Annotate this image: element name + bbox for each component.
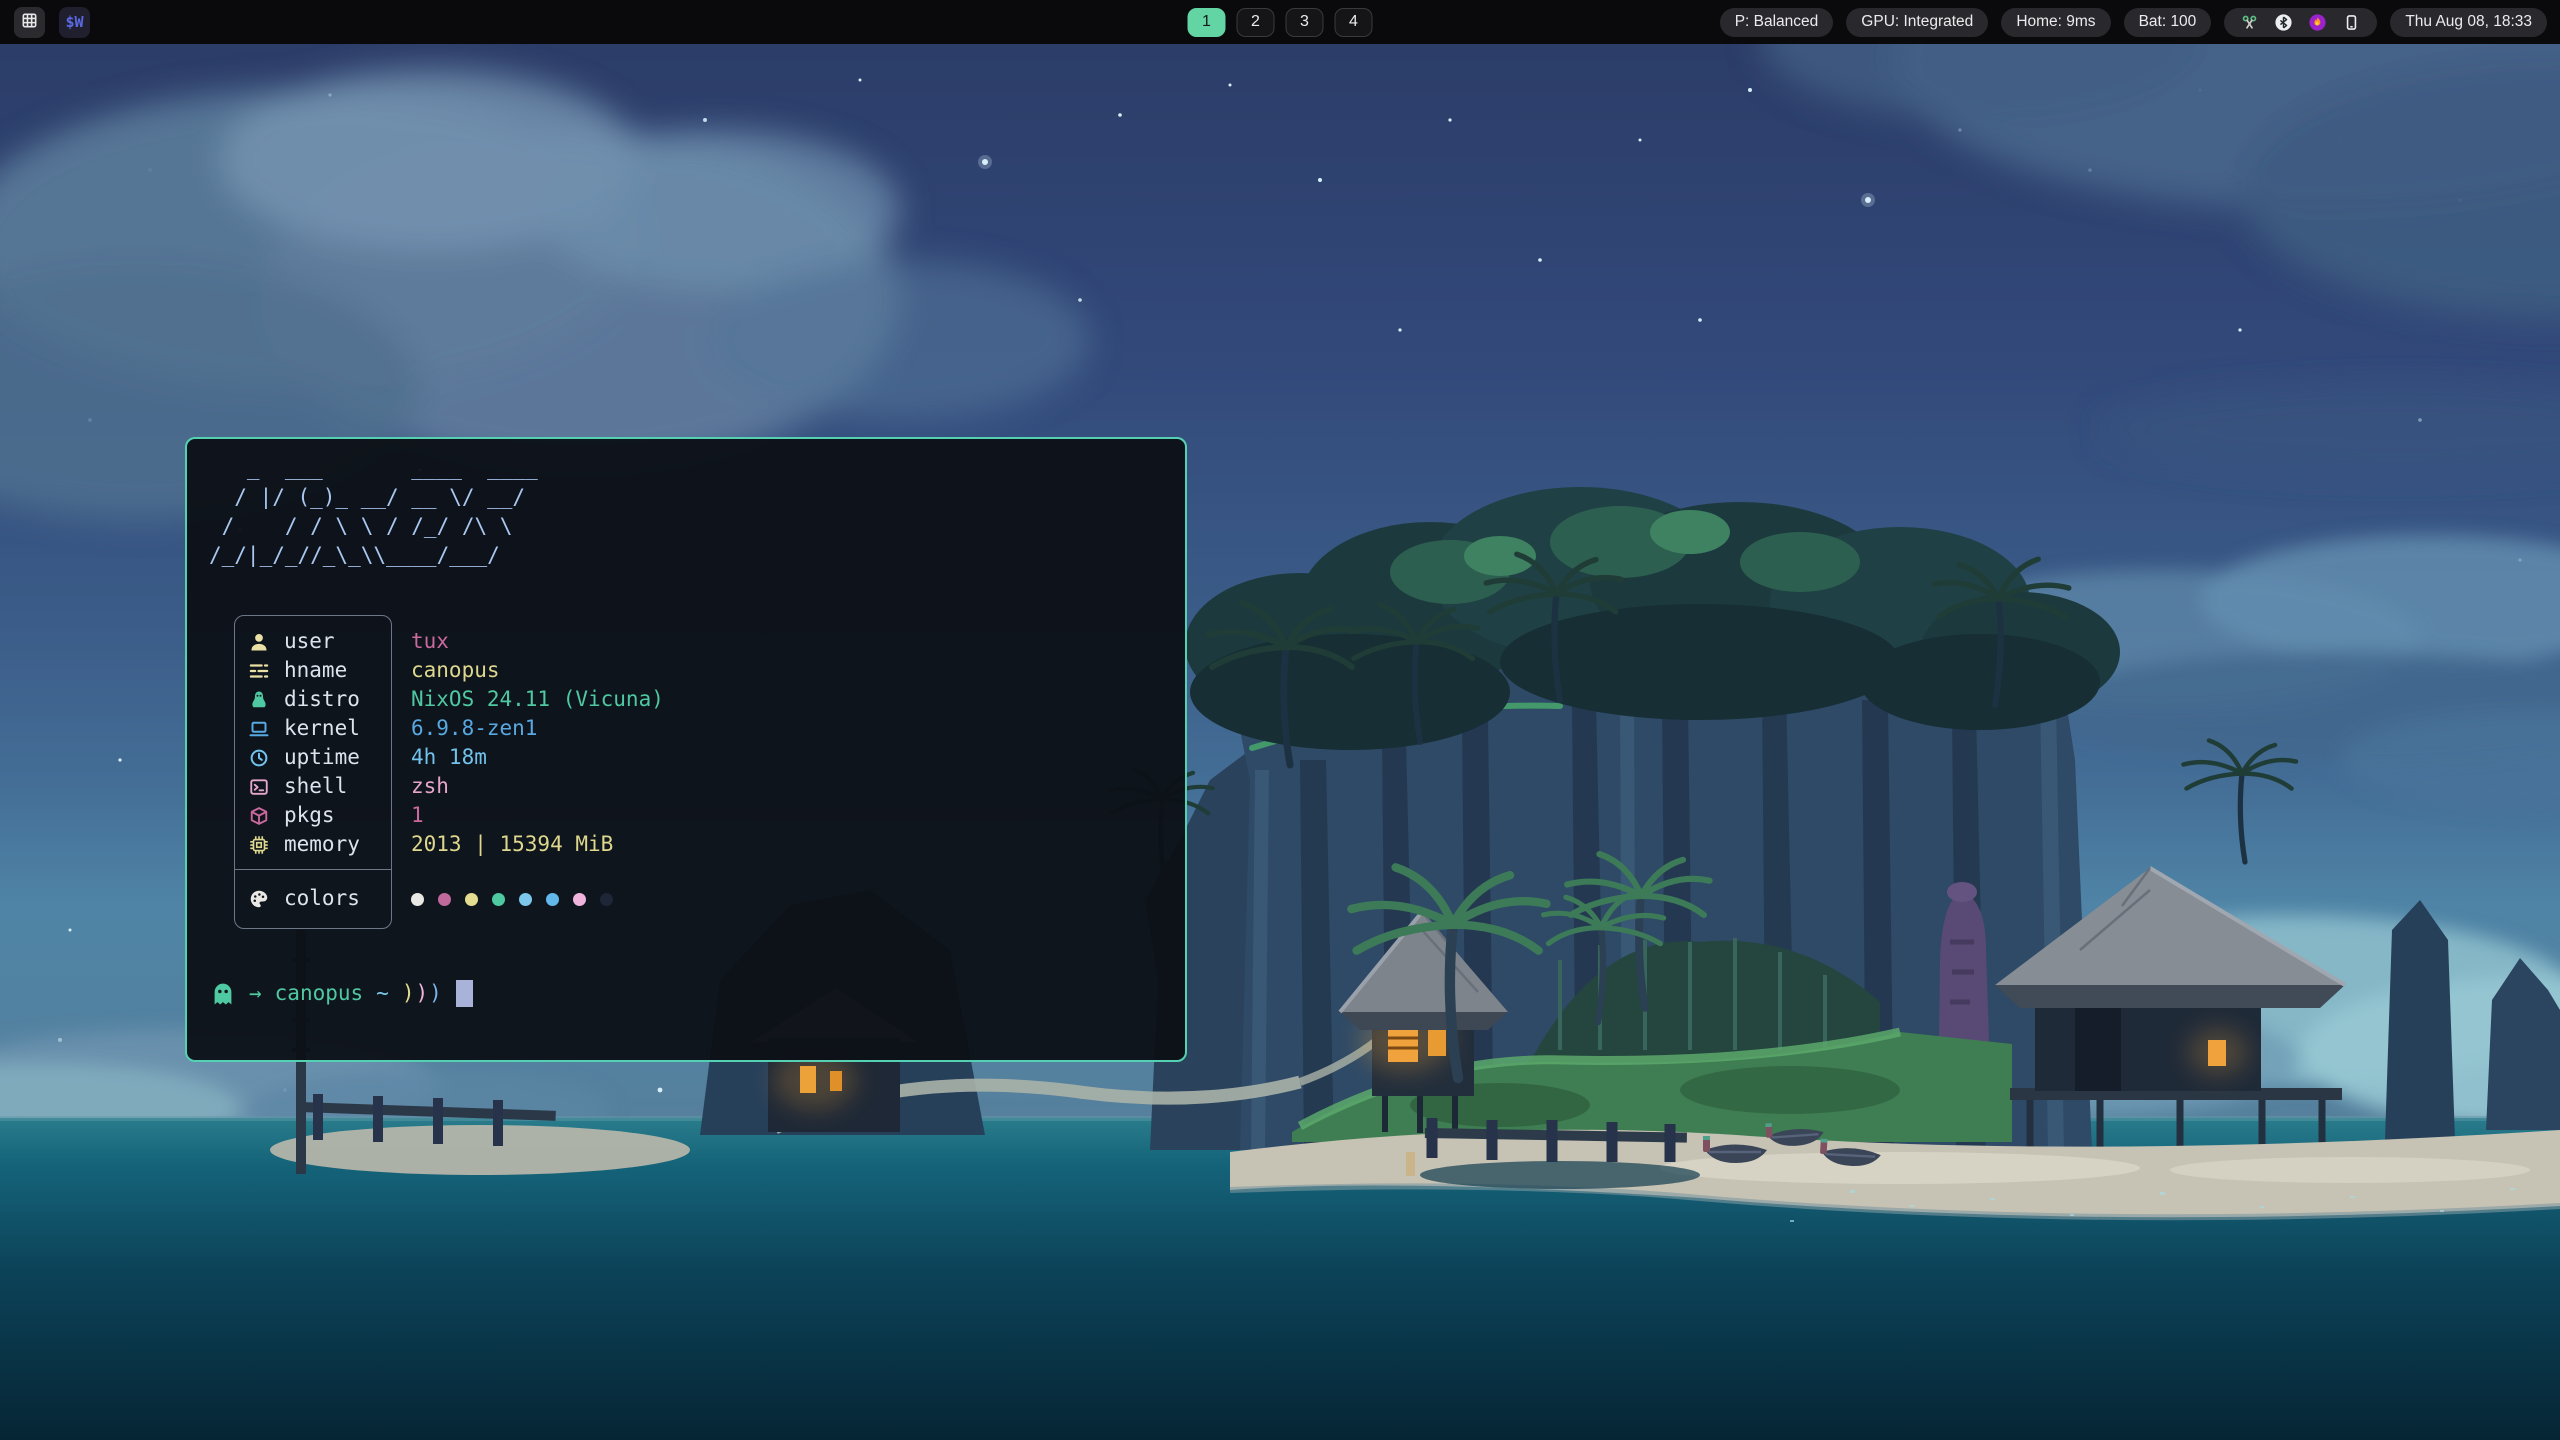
- palette-dot: [438, 893, 451, 906]
- fetch-value-memory: 2013 | 15394 MiB: [411, 830, 613, 859]
- prompt-chevrons: ))): [402, 979, 443, 1008]
- palette-dot: [519, 893, 532, 906]
- workspace-button-3[interactable]: 3: [1286, 8, 1324, 37]
- penguin-icon: [248, 689, 269, 710]
- fetch-label: colors: [284, 884, 360, 913]
- workspace-button-4[interactable]: 4: [1335, 8, 1373, 37]
- ghost-icon: [211, 982, 235, 1006]
- gpu-pill[interactable]: GPU: Integrated: [1846, 8, 1988, 37]
- fetch-label: memory: [284, 830, 360, 859]
- palette-dot: [600, 893, 613, 906]
- clock-pill[interactable]: Thu Aug 08, 18:33: [2390, 8, 2547, 37]
- terminal-palette: [411, 885, 664, 914]
- fetch-row-uptime: uptime: [235, 743, 391, 772]
- fetch-label: uptime: [284, 743, 360, 772]
- workspace-button-1[interactable]: 1: [1188, 8, 1226, 37]
- fetch-row-memory: memory: [235, 830, 391, 859]
- fetch-row-hname: hname: [235, 656, 391, 685]
- ascii-logo-line: / / / \ \ / /_/ /\ \: [209, 512, 1185, 541]
- wallpaper-tool-label: $W: [65, 13, 83, 31]
- ascii-logo-line: / |/ (_)_ __/ __ \/ __/: [209, 483, 1185, 512]
- app-launcher-button[interactable]: [14, 7, 45, 38]
- fetch-label: kernel: [284, 714, 360, 743]
- fetch-value-distro: NixOS 24.11 (Vicuna): [411, 685, 664, 714]
- wallpaper-tool-button[interactable]: $W: [59, 7, 90, 38]
- fetch-row-distro: distro: [235, 685, 391, 714]
- ascii-logo: _ ___ ____ ____ / |/ (_)_ __/ __ \/ __/ …: [209, 454, 1185, 570]
- app-grid-icon: [21, 12, 38, 32]
- fetch-row-colors: colors: [235, 884, 391, 913]
- ascii-logo-line: /_/|_/_//_\_\\____/___/: [209, 541, 1185, 570]
- prompt-line[interactable]: → canopus ~ ))): [211, 979, 1185, 1008]
- sliders-icon: [248, 660, 269, 681]
- fetch-value-kernel: 6.9.8-zen1: [411, 714, 537, 743]
- terminal-window[interactable]: _ ___ ____ ____ / |/ (_)_ __/ __ \/ __/ …: [185, 437, 1187, 1062]
- fetch-label: shell: [284, 772, 347, 801]
- phone-icon[interactable]: [2343, 14, 2360, 31]
- fetch-row-kernel: kernel: [235, 714, 391, 743]
- desktop: $W 1 2 3 4 P: Balanced GPU: Integrated H…: [0, 0, 2560, 1440]
- workspace-button-2[interactable]: 2: [1237, 8, 1275, 37]
- palette-icon: [248, 888, 269, 909]
- palette-dot: [573, 893, 586, 906]
- fetch-label: hname: [284, 656, 347, 685]
- palette-dot: [492, 893, 505, 906]
- terminal-icon: [248, 776, 269, 797]
- fetch-label: distro: [284, 685, 360, 714]
- fetch-label: user: [284, 627, 335, 656]
- network-latency-pill[interactable]: Home: 9ms: [2001, 8, 2110, 37]
- flame-icon[interactable]: [2309, 14, 2326, 31]
- top-bar-left: $W: [14, 7, 90, 38]
- prompt-hostname: canopus: [275, 979, 364, 1008]
- scissors-icon[interactable]: [2241, 14, 2258, 31]
- fetch-value-pkgs: 1: [411, 801, 424, 830]
- status-area: P: Balanced GPU: Integrated Home: 9ms Ba…: [1720, 8, 2547, 37]
- fetch-row-pkgs: pkgs: [235, 801, 391, 830]
- prompt-cwd: ~: [376, 979, 389, 1008]
- fetch-label: pkgs: [284, 801, 335, 830]
- fetch-value-hname: canopus: [411, 656, 500, 685]
- laptop-icon: [248, 718, 269, 739]
- fetch-value-uptime: 4h 18m: [411, 743, 487, 772]
- fetch-value-shell: zsh: [411, 772, 449, 801]
- terminal-cursor[interactable]: [456, 980, 473, 1007]
- fetch-value-user: tux: [411, 627, 449, 656]
- user-icon: [248, 631, 269, 652]
- fetch-row-user: user: [235, 627, 391, 656]
- clock-icon: [248, 747, 269, 768]
- fetch-table: user hname distro: [234, 615, 1185, 929]
- fetch-row-shell: shell: [235, 772, 391, 801]
- package-icon: [248, 805, 269, 826]
- battery-pill[interactable]: Bat: 100: [2124, 8, 2212, 37]
- palette-dot: [546, 893, 559, 906]
- bluetooth-icon[interactable]: [2275, 14, 2292, 31]
- fetch-labels-box: user hname distro: [234, 615, 392, 929]
- power-profile-pill[interactable]: P: Balanced: [1720, 8, 1834, 37]
- prompt-arrow: →: [249, 979, 262, 1008]
- fetch-values: tux canopus NixOS 24.11 (Vicuna) 6.9.8-z…: [411, 615, 664, 929]
- top-bar: $W 1 2 3 4 P: Balanced GPU: Integrated H…: [0, 0, 2560, 44]
- palette-dot: [465, 893, 478, 906]
- chip-icon: [248, 834, 269, 855]
- workspace-switcher: 1 2 3 4: [1188, 0, 1373, 44]
- system-tray: [2224, 8, 2377, 37]
- palette-dot: [411, 893, 424, 906]
- ascii-logo-line: _ ___ ____ ____: [209, 454, 1185, 483]
